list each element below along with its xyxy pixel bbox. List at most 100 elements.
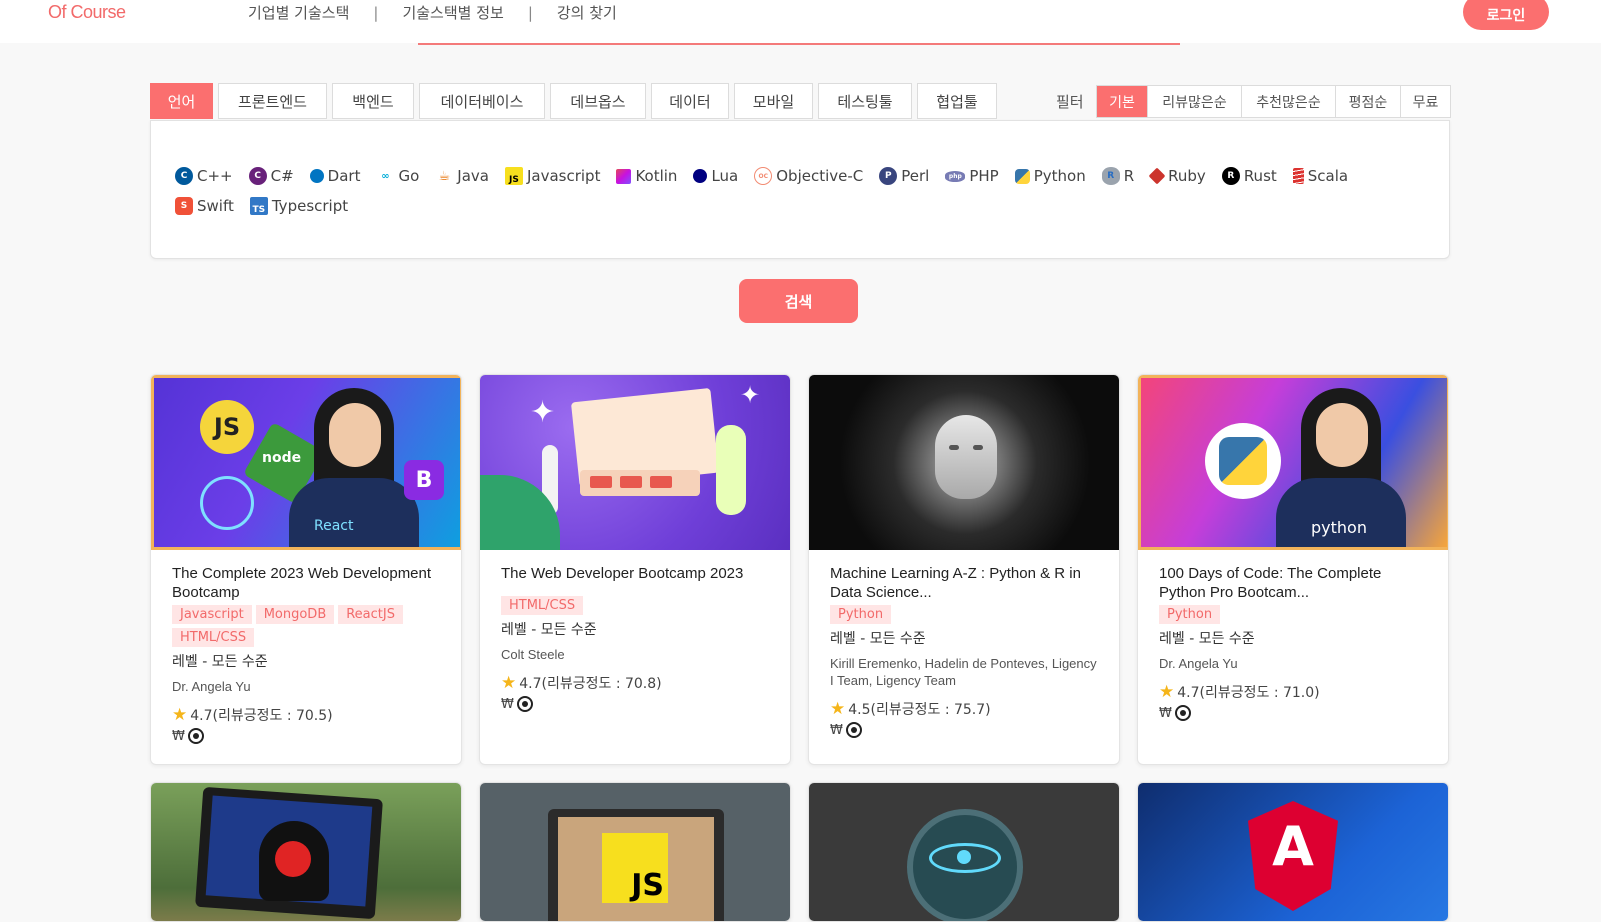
lang-javascript[interactable]: JS Javascript <box>504 166 601 186</box>
angular-letter: A <box>1272 815 1314 878</box>
javascript-icon: JS <box>504 167 523 185</box>
nav-company-stack[interactable]: 기업별 기술스택 <box>248 2 349 23</box>
lang-label: Swift <box>197 197 234 215</box>
course-tag[interactable]: ReactJS <box>338 605 403 624</box>
ai-eye-graphic <box>973 445 983 450</box>
filter-free[interactable]: 무료 <box>1400 86 1450 117</box>
bootstrap-logo-graphic: B <box>404 460 444 500</box>
person-right-graphic <box>716 425 746 515</box>
site-logo[interactable]: Of Course <box>48 2 126 23</box>
course-card[interactable]: python 100 Days of Code: The Complete Py… <box>1137 374 1449 765</box>
filter-most-recommended[interactable]: 추천많은순 <box>1241 86 1335 117</box>
nav-find-course[interactable]: 강의 찾기 <box>557 2 617 23</box>
course-card[interactable]: ✦ ✦ The Web Developer Bootcamp 2023 HTML… <box>479 374 791 765</box>
course-tags: Javascript MongoDB ReactJS HTML/CSS <box>172 605 452 647</box>
lang-label: Objective-C <box>776 167 864 185</box>
course-thumbnail[interactable] <box>809 783 1119 921</box>
lang-label: Kotlin <box>635 167 678 185</box>
filter-most-reviews[interactable]: 리뷰많은순 <box>1147 86 1241 117</box>
tab-collaboration-tools[interactable]: 협업툴 <box>917 83 997 119</box>
instructor-face <box>329 403 381 467</box>
course-title[interactable]: 100 Days of Code: The Complete Python Pr… <box>1159 564 1427 602</box>
lang-csharp[interactable]: C C# <box>248 166 294 186</box>
course-thumbnail[interactable]: ✦ ✦ <box>480 375 790 550</box>
course-tag[interactable]: Javascript <box>172 605 252 624</box>
lang-cpp[interactable]: C C++ <box>175 166 233 186</box>
coupon-icon[interactable] <box>187 728 204 744</box>
course-thumbnail[interactable] <box>809 375 1119 550</box>
search-button[interactable]: 검색 <box>739 279 858 323</box>
course-card[interactable]: JS node React B The Complete 2023 Web De… <box>150 374 462 765</box>
course-title[interactable]: The Web Developer Bootcamp 2023 <box>501 564 769 583</box>
course-info: The Complete 2023 Web Development Bootca… <box>151 550 461 744</box>
course-tag[interactable]: HTML/CSS <box>172 628 255 647</box>
rust-icon: R <box>1221 167 1240 185</box>
lang-perl[interactable]: P Perl <box>879 166 929 186</box>
react-shirt-text: React <box>314 518 354 534</box>
course-thumbnail[interactable]: A <box>1138 783 1448 921</box>
lang-label: Javascript <box>526 167 601 185</box>
lang-typescript[interactable]: TS Typescript <box>249 196 348 216</box>
course-thumbnail[interactable]: JS node React B <box>151 375 461 550</box>
course-card[interactable]: A <box>1137 782 1449 922</box>
course-info: Machine Learning A-Z : Python & R in Dat… <box>809 550 1119 738</box>
lang-objective-c[interactable]: OC Objective-C <box>754 166 863 186</box>
lang-ruby[interactable]: Ruby <box>1148 166 1206 186</box>
lang-scala[interactable]: Scala <box>1292 166 1348 186</box>
nav-stack-info[interactable]: 기술스택별 정보 <box>402 2 503 23</box>
coupon-icon[interactable] <box>1174 705 1191 721</box>
lang-lua[interactable]: Lua <box>693 166 738 186</box>
tab-language[interactable]: 언어 <box>150 83 213 119</box>
tab-frontend[interactable]: 프론트엔드 <box>218 83 327 119</box>
nav-separator: | <box>373 3 379 22</box>
sparkle-icon: ✦ <box>530 395 556 430</box>
course-rating: ★ 4.7(리뷰긍정도 : 70.8) <box>501 673 769 693</box>
php-icon: php <box>945 170 966 182</box>
course-card[interactable] <box>150 782 462 922</box>
course-tag[interactable]: MongoDB <box>255 605 335 624</box>
lang-kotlin[interactable]: Kotlin <box>616 166 677 186</box>
filter-label: 필터 <box>1056 93 1084 111</box>
filter-default[interactable]: 기본 <box>1097 86 1147 117</box>
lang-r[interactable]: R R <box>1101 166 1134 186</box>
lang-java[interactable]: ☕ Java <box>435 166 489 186</box>
course-card[interactable]: Machine Learning A-Z : Python & R in Dat… <box>808 374 1120 765</box>
javascript-logo-graphic: JS <box>200 400 254 454</box>
lang-swift[interactable]: S Swift <box>175 196 234 216</box>
course-level: 레벨 - 모든 수준 <box>172 654 268 670</box>
coupon-icon[interactable] <box>516 696 533 712</box>
course-card[interactable]: JS <box>479 782 791 922</box>
lang-php[interactable]: php PHP <box>945 166 999 186</box>
ruby-icon <box>1148 167 1166 185</box>
course-tag[interactable]: HTML/CSS <box>501 596 584 615</box>
tab-backend[interactable]: 백엔드 <box>332 83 414 119</box>
login-button[interactable]: 로그인 <box>1463 0 1549 30</box>
tab-mobile[interactable]: 모바일 <box>734 83 813 119</box>
tab-devops[interactable]: 데브옵스 <box>550 83 646 119</box>
course-card[interactable] <box>808 782 1120 922</box>
course-thumbnail[interactable]: JS <box>480 783 790 921</box>
filter-rating[interactable]: 평점순 <box>1335 86 1400 117</box>
lang-label: Rust <box>1243 167 1277 185</box>
course-tag[interactable]: Python <box>830 605 892 624</box>
course-tag[interactable]: Python <box>1159 605 1221 624</box>
python-icon <box>1014 168 1030 184</box>
lang-label: PHP <box>969 167 999 185</box>
course-title[interactable]: Machine Learning A-Z : Python & R in Dat… <box>830 564 1098 602</box>
lang-dart[interactable]: Dart <box>309 166 360 186</box>
lang-rust[interactable]: R Rust <box>1221 166 1277 186</box>
course-thumbnail[interactable] <box>151 783 461 921</box>
node-text: node <box>262 450 302 466</box>
lang-python[interactable]: Python <box>1014 166 1086 186</box>
course-level: 레벨 - 모든 수준 <box>1159 631 1255 647</box>
nav-separator: | <box>527 3 533 22</box>
coupon-icon[interactable] <box>845 722 862 738</box>
course-instructor: Dr. Angela Yu <box>1159 656 1238 671</box>
go-icon: ∞ <box>381 170 390 182</box>
course-title[interactable]: The Complete 2023 Web Development Bootca… <box>172 564 440 602</box>
tab-database[interactable]: 데이터베이스 <box>419 83 545 119</box>
tab-data[interactable]: 데이터 <box>651 83 729 119</box>
course-thumbnail[interactable]: python <box>1138 375 1448 550</box>
tab-testing-tools[interactable]: 테스팅툴 <box>818 83 912 119</box>
lang-go[interactable]: ∞ Go <box>376 166 419 186</box>
